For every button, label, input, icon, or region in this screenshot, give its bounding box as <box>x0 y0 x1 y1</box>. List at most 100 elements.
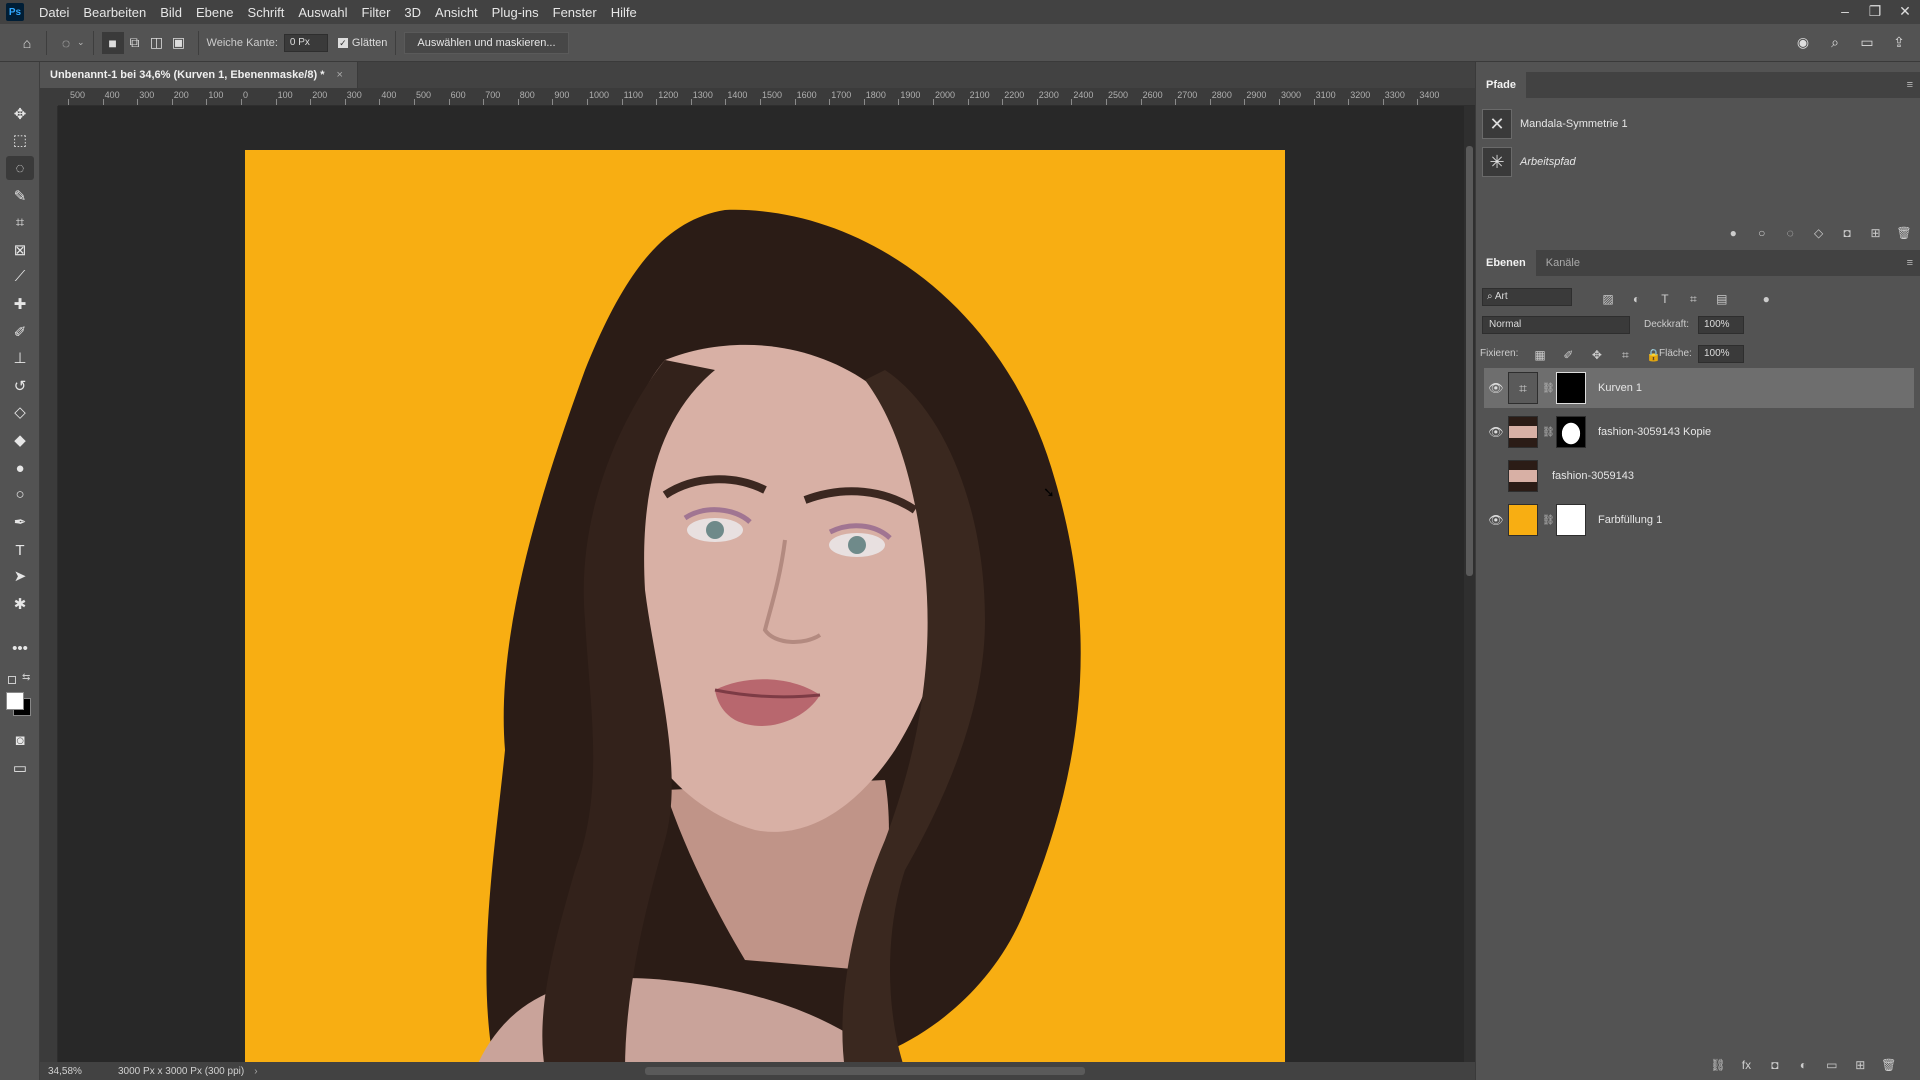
restore-icon[interactable]: ❐ <box>1860 0 1890 24</box>
new-layer-icon[interactable]: ⊞ <box>1848 1058 1872 1072</box>
blur-tool-icon[interactable]: ● <box>6 456 34 480</box>
tab-kanaele[interactable]: Kanäle <box>1536 250 1590 276</box>
quick-mask-icon[interactable]: ◙ <box>6 728 34 752</box>
menu-plugins[interactable]: Plug-ins <box>485 5 546 20</box>
lock-transparency-icon[interactable]: ▦ <box>1528 348 1552 362</box>
history-brush-icon[interactable]: ↺ <box>6 374 34 398</box>
horizontal-scroll-thumb[interactable] <box>645 1067 1085 1075</box>
eye-icon[interactable]: 👁 <box>1484 425 1508 439</box>
silhouette-mask-thumbnail[interactable] <box>1556 416 1586 448</box>
path-item[interactable]: ✕ Mandala-Symmetrie 1 <box>1482 106 1912 142</box>
frame-tool-icon[interactable]: ⊠ <box>6 238 34 262</box>
menu-auswahl[interactable]: Auswahl <box>291 5 354 20</box>
canvas-area[interactable]: ➘ <box>58 106 1464 1070</box>
menu-bild[interactable]: Bild <box>153 5 189 20</box>
lock-position-icon[interactable]: ✥ <box>1585 348 1609 362</box>
select-and-mask-button[interactable]: Auswählen und maskieren... <box>404 31 569 54</box>
home-icon[interactable]: ⌂ <box>16 32 38 54</box>
filter-toggle-icon[interactable]: ● <box>1754 292 1778 306</box>
add-mask-icon[interactable]: ◘ <box>1835 226 1859 240</box>
chevron-down-icon[interactable]: ⌄ <box>77 37 85 48</box>
healing-brush-icon[interactable]: ✚ <box>6 292 34 316</box>
chain-link-icon[interactable]: ⛓ <box>1542 427 1555 438</box>
pen-tool-icon[interactable]: ✒ <box>6 510 34 534</box>
panel-menu-icon[interactable]: ≡ <box>1907 257 1913 269</box>
layer-filter-select[interactable]: ⌕ Art <box>1482 288 1572 306</box>
layer-row[interactable]: 👁 ⌗ ⛓ Kurven 1 <box>1484 368 1914 408</box>
path-selection-icon[interactable]: ➤ <box>6 564 34 588</box>
close-tab-icon[interactable]: × <box>336 69 342 81</box>
lock-pixels-icon[interactable]: ✐ <box>1556 348 1580 362</box>
type-tool-icon[interactable]: T <box>6 538 34 562</box>
menu-ebene[interactable]: Ebene <box>189 5 241 20</box>
menu-bearbeiten[interactable]: Bearbeiten <box>76 5 153 20</box>
add-to-selection-icon[interactable]: ⧉ <box>124 32 146 54</box>
shape-tool-icon[interactable]: ✱ <box>6 592 34 616</box>
blend-mode-select[interactable]: Normal <box>1482 316 1630 334</box>
layer-mask-thumbnail[interactable] <box>1556 504 1586 536</box>
layer-mask-thumbnail[interactable] <box>1556 372 1586 404</box>
document-canvas[interactable] <box>245 150 1285 1070</box>
eye-hidden-icon[interactable]: · <box>1484 469 1508 483</box>
stamp-tool-icon[interactable]: ⊥ <box>6 346 34 370</box>
swap-colors-icon[interactable]: ⇆ <box>22 672 30 683</box>
menu-3d[interactable]: 3D <box>397 5 428 20</box>
filter-smart-object-icon[interactable]: ▤ <box>1710 292 1734 306</box>
add-mask-icon[interactable]: ◘ <box>1763 1058 1787 1072</box>
tab-pfade[interactable]: Pfade <box>1476 72 1526 98</box>
new-group-icon[interactable]: ▭ <box>1820 1058 1844 1072</box>
feather-input[interactable]: 0 Px <box>283 33 328 52</box>
eye-icon[interactable]: 👁 <box>1484 513 1508 527</box>
scroll-thumb[interactable] <box>1466 146 1473 576</box>
delete-path-icon[interactable]: 🗑 <box>1892 226 1916 240</box>
fill-path-icon[interactable]: ● <box>1721 226 1745 240</box>
path-item[interactable]: ✳ Arbeitspfad <box>1482 144 1912 180</box>
filter-adjustment-icon[interactable]: ◐ <box>1624 292 1648 306</box>
subtract-from-selection-icon[interactable]: ◫ <box>146 32 168 54</box>
zoom-level[interactable]: 34,58% <box>48 1066 108 1077</box>
close-icon[interactable]: ✕ <box>1890 0 1920 24</box>
brush-tool-icon[interactable]: ✐ <box>6 320 34 344</box>
eyedropper-icon[interactable]: ⟋ <box>6 264 34 288</box>
menu-filter[interactable]: Filter <box>355 5 398 20</box>
fill-input[interactable]: 100% <box>1698 345 1744 363</box>
menu-fenster[interactable]: Fenster <box>546 5 604 20</box>
menu-ansicht[interactable]: Ansicht <box>428 5 485 20</box>
lasso-tool-preset-icon[interactable]: ◌ <box>55 32 77 54</box>
screen-mode-icon[interactable]: ▭ <box>6 756 34 780</box>
vertical-scrollbar[interactable] <box>1464 106 1475 1070</box>
default-colors-icon[interactable] <box>8 676 16 684</box>
crop-tool-icon[interactable]: ⌗ <box>6 210 34 234</box>
layer-row[interactable]: 👁 ⛓ fashion-3059143 Kopie <box>1484 412 1914 452</box>
paint-bucket-icon[interactable]: ◆ <box>6 428 34 452</box>
smooth-checkbox[interactable]: ✓ Glätten <box>337 37 387 49</box>
load-selection-icon[interactable]: ◌ <box>1778 226 1802 240</box>
quick-selection-icon[interactable]: ✎ <box>6 184 34 208</box>
marquee-tool-icon[interactable]: ⬚ <box>6 128 34 152</box>
menu-hilfe[interactable]: Hilfe <box>604 5 644 20</box>
horizontal-ruler[interactable]: 500 400 300 200 100 0 100 200 300 400 500 600 700 800… <box>58 88 1475 106</box>
new-selection-icon[interactable]: ■ <box>101 31 124 54</box>
tab-ebenen[interactable]: Ebenen <box>1476 250 1536 276</box>
eraser-icon[interactable]: ◇ <box>6 400 34 424</box>
workspace-icon[interactable]: ▭ <box>1856 32 1878 54</box>
eye-icon[interactable]: 👁 <box>1484 381 1508 395</box>
document-info[interactable]: 3000 Px x 3000 Px (300 ppi) <box>118 1066 244 1077</box>
delete-layer-icon[interactable]: 🗑 <box>1877 1058 1901 1072</box>
new-adjustment-icon[interactable]: ◐ <box>1791 1058 1815 1072</box>
stroke-path-icon[interactable]: ○ <box>1750 226 1774 240</box>
status-chevron-icon[interactable]: › <box>254 1066 257 1077</box>
menu-datei[interactable]: Datei <box>32 5 76 20</box>
menu-schrift[interactable]: Schrift <box>241 5 292 20</box>
search-icon[interactable]: ⌕ <box>1824 32 1846 54</box>
link-layers-icon[interactable]: ⛓ <box>1706 1058 1730 1072</box>
more-tools-icon[interactable]: ••• <box>6 636 34 660</box>
filter-shape-icon[interactable]: ⌗ <box>1681 292 1705 307</box>
document-tab[interactable]: Unbenannt-1 bei 34,6% (Kurven 1, Ebenenm… <box>40 62 358 88</box>
panel-menu-icon[interactable]: ≡ <box>1907 79 1913 91</box>
lock-artboard-icon[interactable]: ⌗ <box>1613 348 1637 363</box>
new-path-icon[interactable]: ⊞ <box>1864 226 1888 240</box>
layer-row[interactable]: · fashion-3059143 <box>1484 456 1914 496</box>
foreground-color-swatch[interactable] <box>6 692 24 710</box>
filter-pixel-icon[interactable]: ▨ <box>1596 292 1620 306</box>
